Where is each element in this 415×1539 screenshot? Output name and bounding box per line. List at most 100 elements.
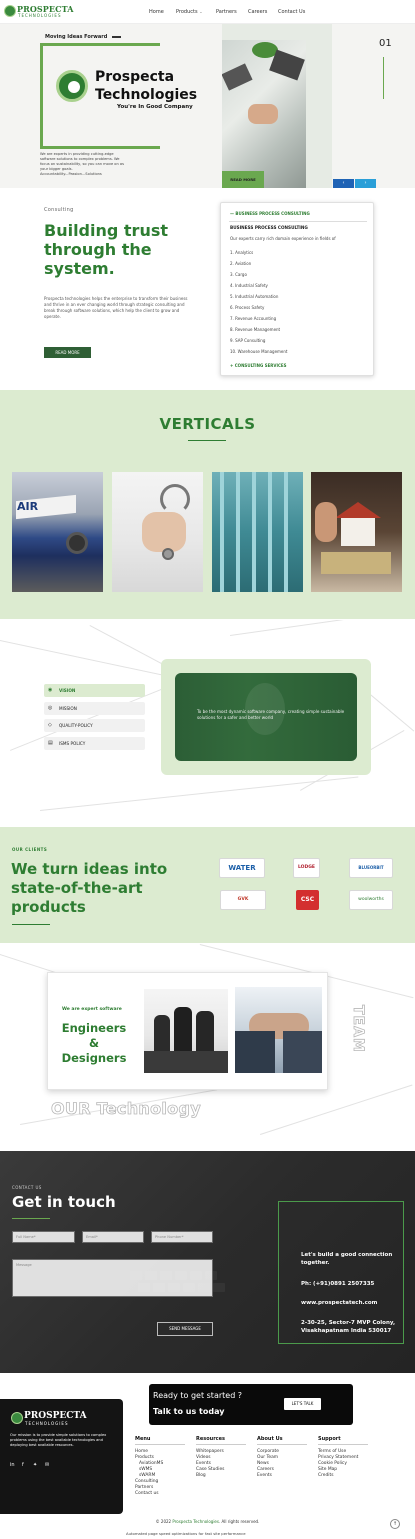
- twitter-icon[interactable]: ✦: [33, 1462, 37, 1468]
- footer-link[interactable]: Blog: [196, 1473, 206, 1479]
- healthcare-image[interactable]: [112, 472, 203, 592]
- tab-quality-policy[interactable]: ◇ QUALITY-POLICY: [44, 719, 145, 732]
- chevron-down-icon: ⌄: [199, 9, 203, 14]
- nav-home[interactable]: Home: [149, 9, 164, 15]
- lets-talk-button[interactable]: LET'S TALK: [284, 1398, 321, 1410]
- team-small-text: We are expert software: [62, 1007, 122, 1012]
- phone-field[interactable]: Phone Number*: [151, 1231, 213, 1243]
- slide-number: 01: [379, 38, 392, 49]
- name-field[interactable]: Full Name*: [12, 1231, 75, 1243]
- contact-label: CONTACT US: [12, 1185, 42, 1190]
- accordion-header[interactable]: — BUSINESS PROCESS CONSULTING: [230, 211, 310, 216]
- footer-link[interactable]: Careers: [257, 1467, 274, 1473]
- message-field[interactable]: Message: [12, 1259, 213, 1297]
- footer-link[interactable]: AviationMS: [139, 1461, 163, 1467]
- footer-col-about-heading: About Us: [257, 1436, 283, 1442]
- cta-banner: Ready to get started ? Talk to us today …: [149, 1384, 353, 1425]
- footer: PROSPECTA TECHNOLOGIES Our mission is to…: [0, 1374, 415, 1539]
- list-item: 3. Cargo: [230, 272, 247, 277]
- footer-link[interactable]: Credits: [318, 1473, 334, 1479]
- contact-address: 2-30-25, Sector-7 MVP Colony, Visakhapat…: [301, 1320, 396, 1334]
- optimization-note: Automated page speed optimizations for f…: [126, 1531, 246, 1536]
- footer-link[interactable]: Events: [196, 1461, 211, 1467]
- copyright-suffix: . All rights reserved.: [218, 1519, 260, 1524]
- footer-col-support-heading: Support: [318, 1436, 341, 1442]
- footer-link[interactable]: sWARM: [139, 1473, 155, 1479]
- footer-link[interactable]: Videos: [196, 1455, 211, 1461]
- aviation-image[interactable]: AIR: [12, 472, 103, 592]
- diamond-icon: ◇: [48, 722, 52, 728]
- footer-link[interactable]: Terms of Use: [318, 1449, 346, 1455]
- client-logo-woolworths: woolworths: [349, 890, 393, 910]
- our-technology-label: OUR Technology: [51, 1099, 201, 1119]
- hero-business-image: [222, 40, 306, 188]
- hero-section: Moving Ideas Forward Prospecta Technolog…: [0, 24, 415, 188]
- footer-link[interactable]: Events: [257, 1473, 272, 1479]
- copyright-link[interactable]: Prospecta Technologies: [172, 1519, 219, 1524]
- warehouse-image[interactable]: [212, 472, 303, 592]
- footer-link[interactable]: News: [257, 1461, 269, 1467]
- contact-website[interactable]: www.prospectatech.com: [301, 1299, 401, 1307]
- contact-phone[interactable]: Ph: (+91)0891 2507335: [301, 1280, 401, 1288]
- title-underline: [188, 440, 226, 441]
- footer-logo-main: PROSPECTA: [24, 1411, 87, 1421]
- footer-link[interactable]: Cookie Policy: [318, 1461, 347, 1467]
- footer-link[interactable]: Home: [135, 1449, 148, 1455]
- team-big-text: Engineers & Designers: [61, 1021, 127, 1065]
- consulting-title: Building trust through the system.: [44, 221, 169, 278]
- list-item: 6. Process Safety: [230, 305, 265, 310]
- list-item: 7. Revenue Accounting: [230, 316, 277, 321]
- email-icon[interactable]: ✉: [45, 1462, 49, 1468]
- footer-brand-panel: PROSPECTA TECHNOLOGIES Our mission is to…: [0, 1399, 123, 1514]
- nav-contact[interactable]: Contact Us: [278, 9, 305, 15]
- footer-link[interactable]: Our Team: [257, 1455, 278, 1461]
- footer-link[interactable]: Consulting: [135, 1479, 158, 1485]
- footer-link[interactable]: Site Map: [318, 1467, 337, 1473]
- team-vertical-label: TEAM: [350, 1005, 367, 1054]
- footer-link[interactable]: Partners: [135, 1485, 153, 1491]
- footer-link[interactable]: Case Studies: [196, 1467, 224, 1473]
- footer-link[interactable]: Privacy Statement: [318, 1455, 358, 1461]
- footer-col-resources-heading: Resources: [196, 1436, 226, 1442]
- arrow-left-icon[interactable]: ‹: [333, 179, 354, 188]
- divider: [135, 1444, 185, 1445]
- verticals-section: VERTICALS AIR: [0, 390, 415, 619]
- consulting-read-more-button[interactable]: READ MORE: [44, 347, 91, 358]
- divider: [257, 1444, 307, 1445]
- send-message-button[interactable]: SEND MESSAGE: [157, 1322, 213, 1336]
- list-item: 1. Analytics: [230, 250, 254, 255]
- logo-globe-icon: [4, 5, 16, 17]
- facebook-icon[interactable]: f: [22, 1462, 24, 1468]
- nav-partners[interactable]: Partners: [216, 9, 237, 15]
- accordion-footer[interactable]: + CONSULTING SERVICES: [230, 363, 287, 368]
- linkedin-icon[interactable]: in: [10, 1462, 15, 1468]
- tab-mission[interactable]: ◎ MISSION: [44, 702, 145, 715]
- footer-col-menu-heading: Menu: [135, 1436, 151, 1442]
- footer-link[interactable]: Whitepapers: [196, 1449, 224, 1455]
- tab-vision[interactable]: ◉ VISION: [44, 684, 145, 697]
- nav-products-label: Products: [176, 9, 198, 15]
- site-logo[interactable]: PROSPECTA TECHNOLOGIES: [4, 3, 73, 21]
- consulting-description: Prospecta technologies helps the enterpr…: [44, 296, 188, 319]
- footer-link[interactable]: Products: [135, 1455, 154, 1461]
- footer-link[interactable]: Contact us: [135, 1491, 159, 1497]
- client-logo-blueorbit: BLUEORBIT: [349, 858, 393, 878]
- client-logo-lodge: LODGE: [293, 858, 320, 878]
- contact-info-box: Let's build a good connection together. …: [278, 1201, 404, 1344]
- arrow-right-icon[interactable]: ›: [355, 179, 376, 188]
- email-field[interactable]: Email*: [82, 1231, 144, 1243]
- footer-link[interactable]: sWMS: [139, 1467, 152, 1473]
- client-logo-csc: CSC: [296, 890, 319, 910]
- arrow-up-icon[interactable]: ↑: [390, 1519, 400, 1529]
- nav-products[interactable]: Products ⌄: [176, 9, 203, 15]
- cta-line2: Talk to us today: [153, 1407, 225, 1416]
- nav-careers[interactable]: Careers: [248, 9, 267, 15]
- contact-title: Get in touch: [12, 1193, 116, 1211]
- clients-section: OUR CLIENTS We turn ideas into state-of-…: [0, 827, 415, 943]
- tab-isms-policy[interactable]: ▤ ISMS POLICY: [44, 737, 145, 750]
- handshake-photo: [235, 987, 322, 1073]
- hero-read-more-button[interactable]: READ MORE: [222, 171, 264, 188]
- real-estate-image[interactable]: [311, 472, 402, 592]
- footer-link[interactable]: Corporate: [257, 1449, 279, 1455]
- accordion-header-label: BUSINESS PROCESS CONSULTING: [235, 211, 310, 216]
